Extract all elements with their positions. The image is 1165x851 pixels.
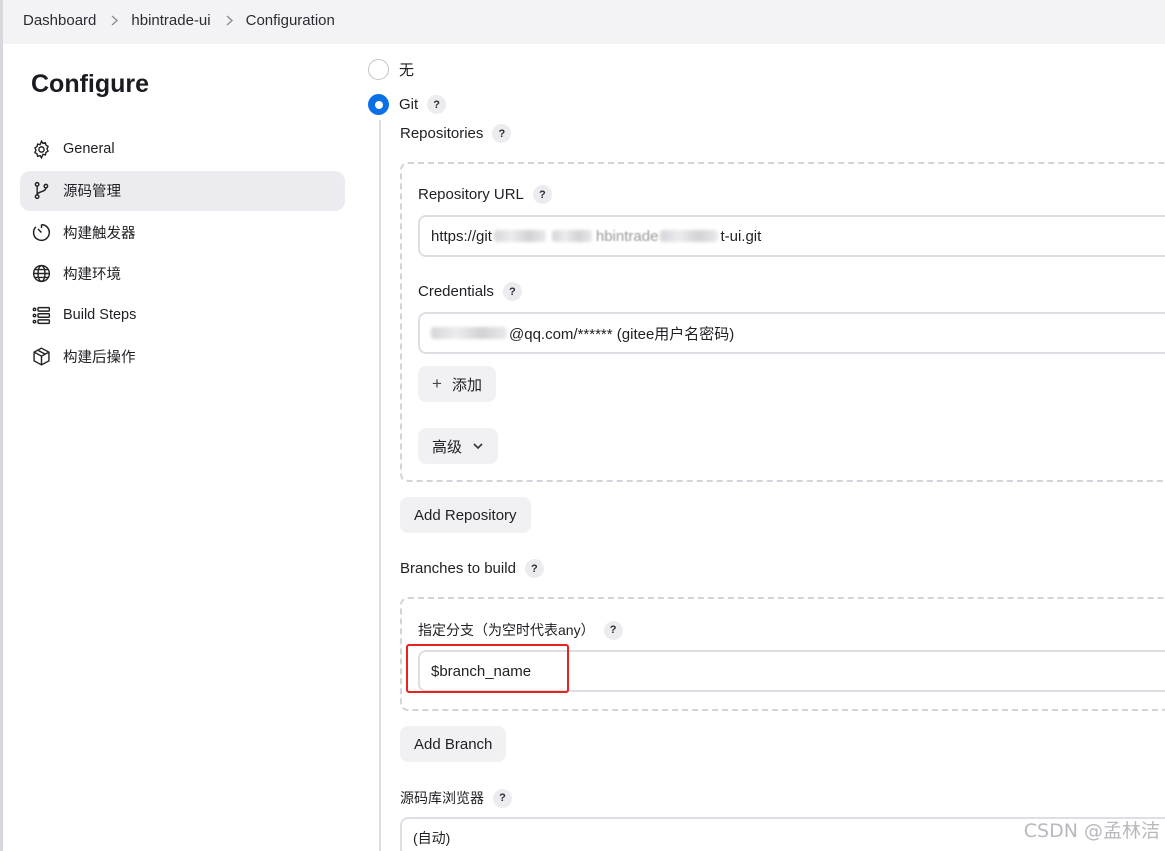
sidebar-item-label: General [63,141,115,157]
add-credentials-button[interactable]: + 添加 [418,366,496,402]
radio-none[interactable] [368,59,389,80]
sidebar: Configure General 源码管理 构建触发器 构建环境 Build … [0,44,360,851]
branch-icon [30,180,52,202]
credentials-select[interactable]: @qq.com/****** (gitee用户名密码) [418,312,1165,354]
branches-label: Branches to build ? [400,559,544,578]
repository-url-middle: hbintrade [595,227,659,245]
browser-label-text: 源码库浏览器 [400,790,484,806]
help-icon[interactable]: ? [532,185,552,204]
help-icon[interactable]: ? [492,124,512,143]
repository-url-label: Repository URL ? [418,185,552,204]
sidebar-item-scm[interactable]: 源码管理 [20,170,345,211]
repository-url-suffix: t-ui.git [720,227,762,245]
list-icon [30,304,52,326]
help-icon[interactable]: ? [502,282,522,301]
breadcrumb: Dashboard hbintrade-ui Configuration [23,0,335,40]
gear-icon [30,138,52,160]
sidebar-item-label: Build Steps [63,307,137,324]
chevron-right-icon [110,14,119,26]
advanced-label: 高级 [432,438,463,456]
package-icon [30,346,52,368]
sidebar-item-label: 构建后操作 [63,350,136,367]
sidebar-nav: General 源码管理 构建触发器 构建环境 Build Steps 构建后操… [20,129,345,379]
repositories-label: Repositories ? [400,124,512,143]
breadcrumb-bar: Dashboard hbintrade-ui Configuration [0,0,1165,44]
redacted-text [493,230,546,242]
credentials-label: Credentials ? [418,282,522,301]
repository-url-input[interactable]: https://git hbintrade t-ui.git [418,215,1165,257]
scm-section: 无 Git ? Repositories ? Repository URL ? … [360,44,1165,851]
branch-specifier-label-text: 指定分支（为空时代表any） [418,622,595,638]
browser-label: 源码库浏览器 ? [400,788,512,808]
branch-specifier-label: 指定分支（为空时代表any） ? [418,620,623,640]
sidebar-item-triggers[interactable]: 构建触发器 [20,212,345,252]
help-icon[interactable]: ? [524,559,544,578]
advanced-button[interactable]: 高级 [418,428,499,464]
breadcrumb-dashboard[interactable]: Dashboard [23,12,96,29]
plus-icon: + [432,374,442,393]
sidebar-item-label: 构建环境 [63,267,121,284]
radio-git-label: Git [399,96,419,113]
redacted-text [660,230,719,242]
redacted-text [431,327,507,339]
radio-option-git[interactable]: Git ? [368,94,447,115]
help-icon[interactable]: ? [603,620,623,640]
sidebar-item-general[interactable]: General [20,129,345,169]
timer-icon [30,221,52,243]
credentials-label-text: Credentials [418,283,494,300]
browser-value: (自动) [413,830,451,846]
add-branch-label: Add Branch [414,735,493,753]
add-repository-label: Add Repository [414,506,517,524]
add-credentials-label: 添加 [451,376,482,394]
repository-url-prefix: https://git [431,227,492,245]
page-title: Configure [31,70,150,98]
sidebar-item-environment[interactable]: 构建环境 [20,254,345,294]
highlight-annotation [406,644,569,693]
help-icon[interactable]: ? [493,788,512,808]
chevron-down-icon [472,442,484,450]
help-icon[interactable]: ? [427,95,447,114]
radio-none-label: 无 [399,62,415,79]
watermark: CSDN @孟林洁 [1023,820,1160,842]
chevron-right-icon [225,14,234,26]
sidebar-item-build-steps[interactable]: Build Steps [20,295,345,335]
sidebar-item-label: 构建触发器 [63,225,136,242]
breadcrumb-configuration[interactable]: Configuration [246,12,335,29]
section-divider [379,120,381,851]
repository-url-label-text: Repository URL [418,186,524,203]
add-branch-button[interactable]: Add Branch [400,726,507,762]
branches-label-text: Branches to build [400,560,516,577]
repositories-label-text: Repositories [400,125,484,142]
credentials-value: @qq.com/****** (gitee用户名密码) [509,325,735,343]
breadcrumb-job[interactable]: hbintrade-ui [131,12,210,29]
sidebar-item-post-build[interactable]: 构建后操作 [20,337,345,377]
radio-option-none[interactable]: 无 [368,59,414,80]
add-repository-button[interactable]: Add Repository [400,497,531,533]
redacted-text [551,230,592,242]
sidebar-item-label: 源码管理 [63,184,121,201]
radio-git[interactable] [368,94,389,115]
globe-icon [30,263,52,285]
